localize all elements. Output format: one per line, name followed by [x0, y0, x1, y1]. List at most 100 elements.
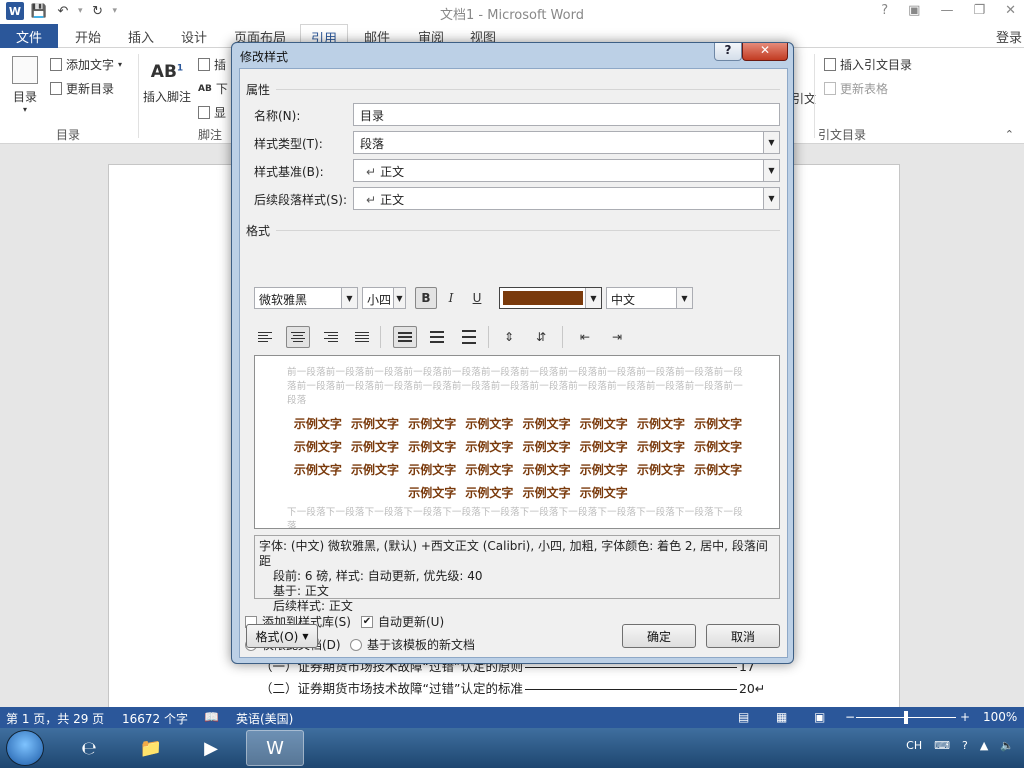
update-toc-button[interactable]: 更新目录: [50, 80, 114, 97]
restore-icon[interactable]: ❐: [973, 3, 985, 18]
align-center-button[interactable]: [286, 326, 310, 348]
based-on-select[interactable]: ↵ 正文 ▼: [353, 159, 780, 182]
section-divider: [276, 89, 780, 90]
collapse-ribbon-icon[interactable]: ⌃: [1005, 128, 1014, 141]
update-toc-icon: [50, 82, 62, 95]
next-style-select[interactable]: ↵ 正文 ▼: [353, 187, 780, 210]
name-label: 名称(N):: [254, 109, 301, 123]
font-select[interactable]: 微软雅黑 ▼: [254, 287, 358, 309]
update-table-button[interactable]: 更新表格: [824, 80, 888, 97]
toc-button[interactable]: 目录 ▾: [10, 56, 40, 114]
insert-footnote-button[interactable]: AB1 插入脚注: [142, 62, 192, 105]
zoom-in-icon[interactable]: +: [960, 710, 970, 724]
format-menu-button[interactable]: 格式(O) ▼: [246, 624, 318, 648]
print-layout-icon[interactable]: ▦: [776, 710, 787, 724]
group-label-footnote: 脚注: [198, 128, 223, 142]
group-separator: [138, 54, 139, 138]
insert-endnote-button[interactable]: 插: [198, 56, 226, 73]
decrease-indent-icon[interactable]: ⇤: [574, 326, 596, 348]
word-count[interactable]: 16672 个字: [122, 710, 188, 727]
insert-toa-button[interactable]: 插入引文目录: [824, 56, 912, 73]
read-mode-icon[interactable]: ▤: [738, 710, 749, 724]
show-notes-button[interactable]: 显: [198, 104, 226, 121]
ribbon-display-icon[interactable]: ▣: [908, 3, 920, 18]
radio-unselected-icon[interactable]: [350, 638, 362, 651]
align-left-button[interactable]: [254, 326, 278, 348]
window-controls: ? ▣ — ❐ ✕: [881, 3, 1016, 18]
minimize-icon[interactable]: —: [940, 3, 953, 18]
add-text-button[interactable]: 添加文字 ▾: [50, 56, 122, 73]
cancel-button[interactable]: 取消: [706, 624, 780, 648]
new-documents-radio[interactable]: 基于该模板的新文档: [350, 636, 475, 653]
citation-button[interactable]: 引文: [792, 90, 816, 107]
toc-icon: [12, 56, 38, 84]
tab-design[interactable]: 设计: [181, 27, 207, 46]
zoom-slider-thumb[interactable]: [904, 711, 908, 724]
increase-paragraph-spacing-icon[interactable]: ⇕: [498, 326, 520, 348]
align-right-button[interactable]: [318, 326, 342, 348]
help-tray-icon[interactable]: ?: [962, 739, 968, 752]
modify-style-dialog: 修改样式 ? ✕ 属性 名称(N): 目录 样式类型(T): 段落 ▼ 样式基准…: [231, 42, 794, 664]
one-half-spacing-button[interactable]: [425, 326, 449, 348]
style-name-input[interactable]: 目录: [353, 103, 780, 126]
chevron-down-icon[interactable]: ▼: [393, 288, 405, 308]
dialog-help-button[interactable]: ?: [714, 43, 742, 61]
insert-toa-icon: [824, 58, 836, 71]
underline-button[interactable]: U: [466, 287, 488, 309]
input-language-icon[interactable]: CH: [906, 739, 922, 752]
next-footnote-button[interactable]: AB 下: [198, 80, 228, 97]
web-layout-icon[interactable]: ▣: [814, 710, 825, 724]
chevron-down-icon: ▼: [302, 631, 309, 641]
chevron-down-icon[interactable]: ▼: [763, 132, 779, 153]
tab-home[interactable]: 开始: [75, 27, 101, 46]
preview-previous-paragraph: 前一段落前一段落前一段落前一段落前一段落前一段落前一段落前一段落前一段落前一段落…: [287, 367, 743, 406]
single-spacing-button[interactable]: [393, 326, 417, 348]
font-color-select[interactable]: ▼: [499, 287, 602, 309]
group-label-toa: 引文目录: [818, 128, 867, 142]
media-player-icon[interactable]: ▶: [182, 730, 240, 766]
toolbar-separator: [488, 326, 489, 348]
file-explorer-icon[interactable]: 📁: [122, 730, 180, 766]
add-text-label: 添加文字: [66, 58, 115, 72]
checkbox-box[interactable]: ✔: [361, 615, 373, 628]
ok-button[interactable]: 确定: [622, 624, 696, 648]
auto-update-checkbox[interactable]: ✔ 自动更新(U): [361, 613, 444, 630]
tab-insert[interactable]: 插入: [128, 27, 154, 46]
start-button-icon[interactable]: [6, 730, 44, 766]
toc-dropdown-icon: ▾: [22, 105, 27, 114]
decrease-paragraph-spacing-icon[interactable]: ⇵: [530, 326, 552, 348]
chevron-down-icon[interactable]: ▼: [341, 288, 357, 308]
ie-icon[interactable]: ℮: [60, 730, 118, 766]
justify-button[interactable]: [350, 326, 374, 348]
proofing-icon[interactable]: 📖: [204, 710, 219, 724]
help-icon[interactable]: ?: [881, 3, 888, 18]
keyboard-icon[interactable]: ⌨: [934, 739, 950, 752]
chevron-down-icon[interactable]: ▼: [676, 288, 692, 308]
bold-button[interactable]: B: [415, 287, 437, 309]
dialog-close-button[interactable]: ✕: [742, 43, 788, 61]
insert-footnote-label: 插入脚注: [142, 90, 191, 104]
tray-overflow-icon[interactable]: ▲: [980, 739, 988, 752]
style-type-select[interactable]: 段落 ▼: [353, 131, 780, 154]
toc-entry[interactable]: （二）证券期货市场技术故障“过错”认定的标准 20↵: [260, 678, 765, 697]
zoom-out-icon[interactable]: −: [845, 710, 855, 724]
language-indicator[interactable]: 英语(美国): [236, 710, 293, 727]
increase-indent-icon[interactable]: ⇥: [606, 326, 628, 348]
chevron-down-icon[interactable]: ▼: [763, 188, 779, 209]
font-size-select[interactable]: 小四 ▼: [362, 287, 406, 309]
chevron-down-icon[interactable]: ▼: [763, 160, 779, 181]
page-count[interactable]: 第 1 页，共 29 页: [6, 710, 104, 727]
italic-button[interactable]: I: [440, 287, 462, 309]
preview-next-paragraph: 下一段落下一段落下一段落下一段落下一段落下一段落下一段落下一段落下一段落下一段落…: [287, 507, 743, 529]
style-type-label: 样式类型(T):: [254, 137, 323, 151]
tab-file[interactable]: 文件: [0, 24, 58, 48]
login-link[interactable]: 登录: [996, 27, 1022, 46]
double-spacing-button[interactable]: [457, 326, 481, 348]
word-taskbar-icon[interactable]: W: [246, 730, 304, 766]
close-icon[interactable]: ✕: [1005, 3, 1016, 18]
chevron-down-icon[interactable]: ▼: [585, 288, 601, 308]
toc-label: 目录: [12, 90, 37, 104]
script-select[interactable]: 中文 ▼: [606, 287, 693, 309]
zoom-level[interactable]: 100%: [983, 710, 1017, 724]
volume-icon[interactable]: 🔈: [1000, 739, 1014, 752]
